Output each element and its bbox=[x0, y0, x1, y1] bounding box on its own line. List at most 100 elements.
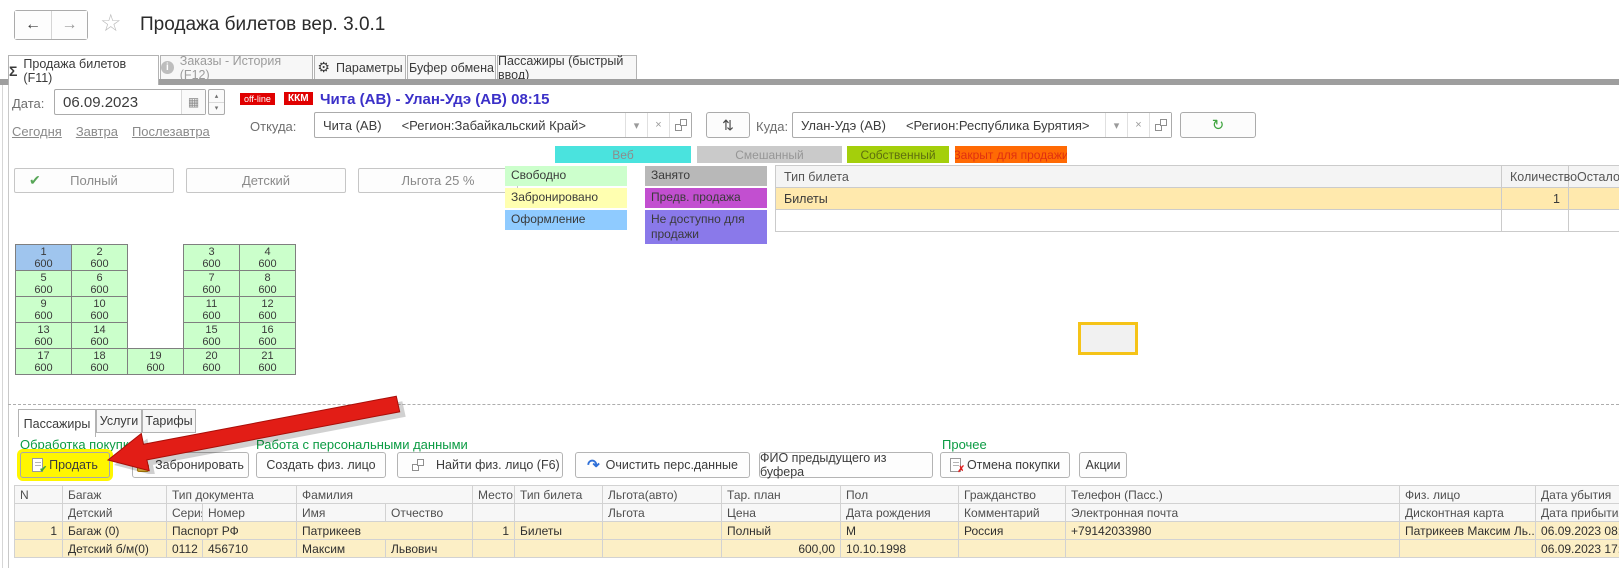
col-ticket-type[interactable]: Тип билета bbox=[776, 166, 1502, 188]
fio-from-buffer-button[interactable]: ФИО предыдущего из буфера bbox=[759, 452, 933, 478]
col-number[interactable]: Номер bbox=[203, 504, 297, 522]
date-field[interactable]: 06.09.2023 ▦ bbox=[54, 89, 206, 115]
tab-clipboard[interactable]: Буфер обмена bbox=[407, 55, 496, 80]
favorite-star-icon[interactable]: ☆ bbox=[100, 12, 122, 36]
spinner-down-icon[interactable]: ▾ bbox=[209, 103, 224, 115]
seat-cell[interactable]: 1600 bbox=[16, 245, 72, 271]
tab-services[interactable]: Услуги bbox=[96, 409, 142, 433]
tab-passengers[interactable]: Пассажиры bbox=[18, 409, 96, 437]
seat-cell[interactable]: 15600 bbox=[184, 323, 240, 349]
dropdown-icon[interactable]: ▾ bbox=[1105, 113, 1127, 137]
today-link[interactable]: Сегодня bbox=[12, 124, 62, 139]
baggage-cell[interactable]: Багаж (0) bbox=[63, 522, 167, 540]
seat-cell[interactable]: 16600 bbox=[240, 323, 296, 349]
open-icon[interactable] bbox=[1149, 113, 1171, 137]
sell-button[interactable]: ✔ Продать bbox=[20, 452, 110, 478]
clear-icon[interactable]: × bbox=[1127, 113, 1149, 137]
tab-passengers-quick[interactable]: Пассажиры (быстрый ввод) bbox=[497, 55, 637, 80]
fare-full-button[interactable]: ✔ Полный bbox=[14, 168, 174, 193]
from-combo[interactable]: Чита (АВ) <Регион:Забайкальский Край> ▾ … bbox=[314, 112, 692, 138]
col-discount-card[interactable]: Дисконтная карта bbox=[1400, 504, 1536, 522]
col-quantity[interactable]: Количество bbox=[1502, 166, 1569, 188]
fare-discount25-button[interactable]: Льгота 25 % bbox=[358, 168, 518, 193]
col-child[interactable]: Детский bbox=[63, 504, 167, 522]
col-series[interactable]: Серия bbox=[167, 504, 203, 522]
seat-cell[interactable]: 13600 bbox=[16, 323, 72, 349]
date-spinner[interactable]: ▴ ▾ bbox=[208, 89, 225, 115]
seat-cell[interactable]: 6600 bbox=[72, 271, 128, 297]
seat-cell[interactable]: 8600 bbox=[240, 271, 296, 297]
col-baggage[interactable]: Багаж bbox=[63, 486, 167, 504]
clear-icon[interactable]: × bbox=[647, 113, 669, 137]
seat-cell[interactable]: 3600 bbox=[184, 245, 240, 271]
seat-cell[interactable]: 11600 bbox=[184, 297, 240, 323]
passenger-row-line1[interactable]: 1 Багаж (0) Паспорт РФ Патрикеев 1 Билет… bbox=[15, 522, 1619, 540]
ticket-type-row[interactable]: Билеты 1 19 bbox=[776, 188, 1619, 210]
refresh-button[interactable]: ↻ bbox=[1180, 112, 1256, 138]
col-firstname[interactable]: Имя bbox=[297, 504, 386, 522]
seat-cell[interactable]: 14600 bbox=[72, 323, 128, 349]
clear-personal-button[interactable]: ↷ Очистить перс.данные bbox=[575, 452, 750, 478]
ticket-sales-app: ← → ☆ Продажа билетов вер. 3.0.1 Σ Прода… bbox=[0, 0, 1619, 568]
forward-button[interactable]: → bbox=[51, 11, 87, 39]
fare-child-button[interactable]: Детский bbox=[186, 168, 346, 193]
book-button[interactable]: Забронировать bbox=[132, 452, 249, 478]
col-remaining[interactable]: Осталось bbox=[1569, 166, 1619, 188]
after-tomorrow-link[interactable]: Послезавтра bbox=[132, 124, 210, 139]
tomorrow-link[interactable]: Завтра bbox=[76, 124, 118, 139]
to-combo[interactable]: Улан-Удэ (АВ) <Регион:Республика Бурятия… bbox=[792, 112, 1172, 138]
col-price[interactable]: Цена bbox=[722, 504, 841, 522]
seat-cell[interactable]: 21600 bbox=[240, 349, 296, 375]
tab-orders-history[interactable]: i Заказы - История (F12) bbox=[160, 55, 313, 80]
col-middlename[interactable]: Отчество bbox=[386, 504, 473, 522]
create-person-button[interactable]: Создать физ. лицо bbox=[256, 452, 386, 478]
col-citizenship[interactable]: Гражданство bbox=[959, 486, 1066, 504]
seat-cell[interactable]: 10600 bbox=[72, 297, 128, 323]
seat-cell[interactable]: 4600 bbox=[240, 245, 296, 271]
col-lastname[interactable]: Фамилия bbox=[297, 486, 473, 504]
seat-cell[interactable]: 18600 bbox=[72, 349, 128, 375]
channel-closed-button[interactable]: Закрыт для продажи bbox=[955, 146, 1067, 163]
open-icon[interactable] bbox=[669, 113, 691, 137]
tab-ticket-sales[interactable]: Σ Продажа билетов (F11) bbox=[8, 55, 159, 85]
seat-cell[interactable]: 2600 bbox=[72, 245, 128, 271]
person-cell[interactable]: Патрикеев Максим Ль... bbox=[1400, 522, 1536, 540]
cancel-purchase-button[interactable]: ✗ Отмена покупки bbox=[940, 452, 1070, 478]
promotions-button[interactable]: Акции bbox=[1079, 452, 1127, 478]
passenger-row-line2[interactable]: Детский б/м(0) 0112 456710 Максим Львови… bbox=[15, 540, 1619, 558]
calendar-icon[interactable]: ▦ bbox=[181, 90, 205, 114]
seat-cell[interactable]: 9600 bbox=[16, 297, 72, 323]
spinner-up-icon[interactable]: ▴ bbox=[209, 90, 224, 103]
col-person[interactable]: Физ. лицо bbox=[1400, 486, 1536, 504]
col-email[interactable]: Электронная почта bbox=[1066, 504, 1400, 522]
col-discount[interactable]: Льгота bbox=[603, 504, 722, 522]
splitter-line[interactable] bbox=[8, 404, 1619, 405]
channel-web-button[interactable]: Веб bbox=[555, 146, 691, 163]
col-comment[interactable]: Комментарий bbox=[959, 504, 1066, 522]
col-seat[interactable]: Место bbox=[473, 486, 515, 504]
col-departure-date[interactable]: Дата убытия bbox=[1536, 486, 1619, 504]
col-tariff-plan[interactable]: Тар. план bbox=[722, 486, 841, 504]
swap-directions-button[interactable]: ⇅ bbox=[706, 112, 750, 138]
find-person-button[interactable]: Найти физ. лицо (F6) bbox=[397, 452, 563, 478]
col-arrival-date[interactable]: Дата прибытия bbox=[1536, 504, 1619, 522]
col-discount-auto[interactable]: Льгота(авто) bbox=[603, 486, 722, 504]
tab-parameters[interactable]: ⚙ Параметры bbox=[314, 55, 406, 80]
col-n[interactable]: N bbox=[15, 486, 63, 504]
seat-cell[interactable]: 20600 bbox=[184, 349, 240, 375]
seat-cell[interactable]: 12600 bbox=[240, 297, 296, 323]
tab-tariffs[interactable]: Тарифы bbox=[142, 409, 196, 433]
channel-own-button[interactable]: Собственный bbox=[847, 146, 949, 163]
col-gender[interactable]: Пол bbox=[841, 486, 959, 504]
col-ticket-type[interactable]: Тип билета bbox=[515, 486, 603, 504]
back-button[interactable]: ← bbox=[15, 11, 51, 39]
seat-cell[interactable]: 5600 bbox=[16, 271, 72, 297]
seat-cell[interactable]: 19600 bbox=[128, 349, 184, 375]
col-phone[interactable]: Телефон (Пасс.) bbox=[1066, 486, 1400, 504]
seat-cell[interactable]: 17600 bbox=[16, 349, 72, 375]
seat-cell[interactable]: 7600 bbox=[184, 271, 240, 297]
col-birth-date[interactable]: Дата рождения bbox=[841, 504, 959, 522]
channel-mixed-button[interactable]: Смешанный bbox=[697, 146, 842, 163]
dropdown-icon[interactable]: ▾ bbox=[625, 113, 647, 137]
col-doc-type[interactable]: Тип документа bbox=[167, 486, 297, 504]
